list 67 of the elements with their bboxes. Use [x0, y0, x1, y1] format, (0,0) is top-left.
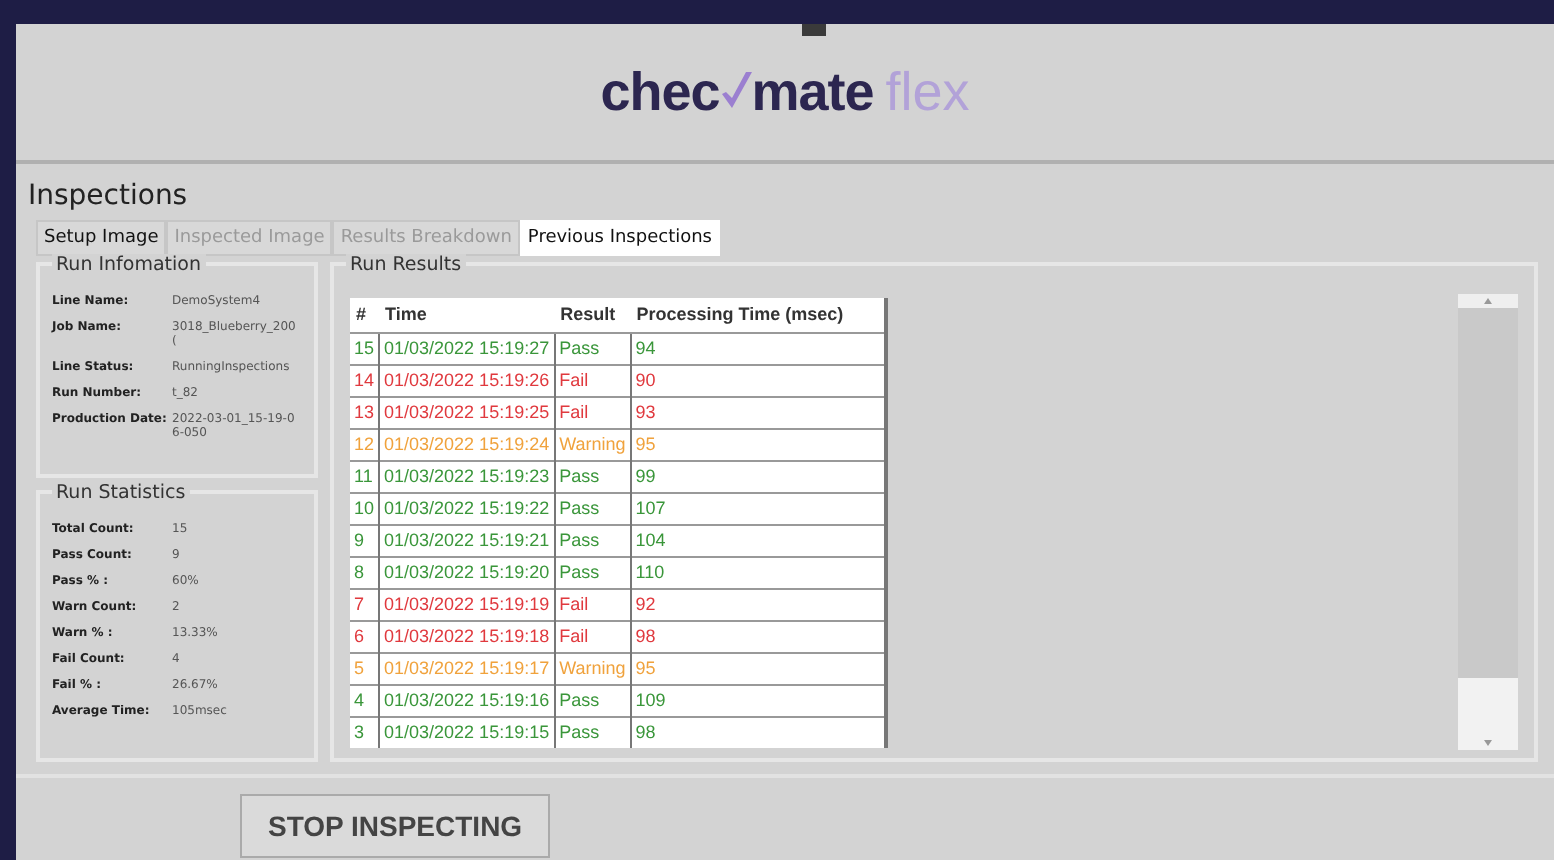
- table-cell: Pass: [554, 716, 631, 748]
- table-cell: 6: [350, 620, 380, 652]
- table-cell: 01/03/2022 15:19:16: [379, 684, 555, 716]
- table-cell: Pass: [554, 556, 631, 588]
- table-cell: Pass: [554, 524, 631, 556]
- table-cell: 109: [630, 684, 887, 716]
- table-cell: 98: [630, 620, 887, 652]
- tab[interactable]: Previous Inspections: [519, 220, 720, 256]
- stop-inspecting-button[interactable]: STOP INSPECTING: [240, 794, 551, 858]
- table-cell: 92: [630, 588, 887, 620]
- handle-icon: [802, 24, 826, 36]
- table-cell: Pass: [554, 460, 631, 492]
- scrollbar-thumb[interactable]: [1458, 678, 1518, 750]
- column-header: Processing Time (msec): [630, 298, 887, 332]
- table-cell: 14: [350, 364, 380, 396]
- column-header: Time: [379, 298, 555, 332]
- tab[interactable]: Setup Image: [36, 220, 167, 256]
- table-cell: 12: [350, 428, 380, 460]
- table-cell: Pass: [554, 684, 631, 716]
- panel-title: Run Infomation: [52, 254, 205, 276]
- panel-title: Run Statistics: [52, 482, 190, 504]
- table-cell: 01/03/2022 15:19:25: [379, 396, 555, 428]
- table-cell: 01/03/2022 15:19:19: [379, 588, 555, 620]
- table-cell: Warning: [554, 428, 631, 460]
- table-cell: 9: [350, 524, 380, 556]
- table-cell: 3: [350, 716, 380, 748]
- table-cell: 110: [630, 556, 887, 588]
- table-cell: 90: [630, 364, 887, 396]
- column-header: Result: [554, 298, 631, 332]
- column-header: #: [350, 298, 380, 332]
- panel-title: Run Results: [346, 254, 466, 276]
- table-cell: 15: [350, 332, 380, 364]
- table-cell: 98: [630, 716, 887, 748]
- table-cell: 01/03/2022 15:19:15: [379, 716, 555, 748]
- table-cell: 94: [630, 332, 887, 364]
- table-cell: 8: [350, 556, 380, 588]
- scrollbar[interactable]: [1458, 294, 1518, 750]
- table-cell: 11: [350, 460, 380, 492]
- table-cell: 104: [630, 524, 887, 556]
- table-cell: 01/03/2022 15:19:22: [379, 492, 555, 524]
- table-cell: 99: [630, 460, 887, 492]
- table-cell: 95: [630, 652, 887, 684]
- table-cell: 01/03/2022 15:19:17: [379, 652, 555, 684]
- table-cell: 01/03/2022 15:19:26: [379, 364, 555, 396]
- table-cell: Pass: [554, 492, 631, 524]
- table-cell: 5: [350, 652, 380, 684]
- section-title: Inspections: [26, 178, 190, 216]
- table-cell: Pass: [554, 332, 631, 364]
- table-cell: Fail: [554, 588, 631, 620]
- table-cell: 01/03/2022 15:19:24: [379, 428, 555, 460]
- table-cell: 13: [350, 396, 380, 428]
- table-cell: Fail: [554, 620, 631, 652]
- table-cell: 7: [350, 588, 380, 620]
- table-cell: Warning: [554, 652, 631, 684]
- table-cell: 01/03/2022 15:19:23: [379, 460, 555, 492]
- scroll-up-button[interactable]: [1458, 294, 1518, 308]
- table-cell: 01/03/2022 15:19:20: [379, 556, 555, 588]
- table-cell: 01/03/2022 15:19:27: [379, 332, 555, 364]
- table-cell: Fail: [554, 396, 631, 428]
- table-cell: 4: [350, 684, 380, 716]
- table-cell: 93: [630, 396, 887, 428]
- table-cell: Fail: [554, 364, 631, 396]
- table-cell: 01/03/2022 15:19:18: [379, 620, 555, 652]
- table-cell: 95: [630, 428, 887, 460]
- table-cell: 107: [630, 492, 887, 524]
- table-cell: 10: [350, 492, 380, 524]
- table-cell: 01/03/2022 15:19:21: [379, 524, 555, 556]
